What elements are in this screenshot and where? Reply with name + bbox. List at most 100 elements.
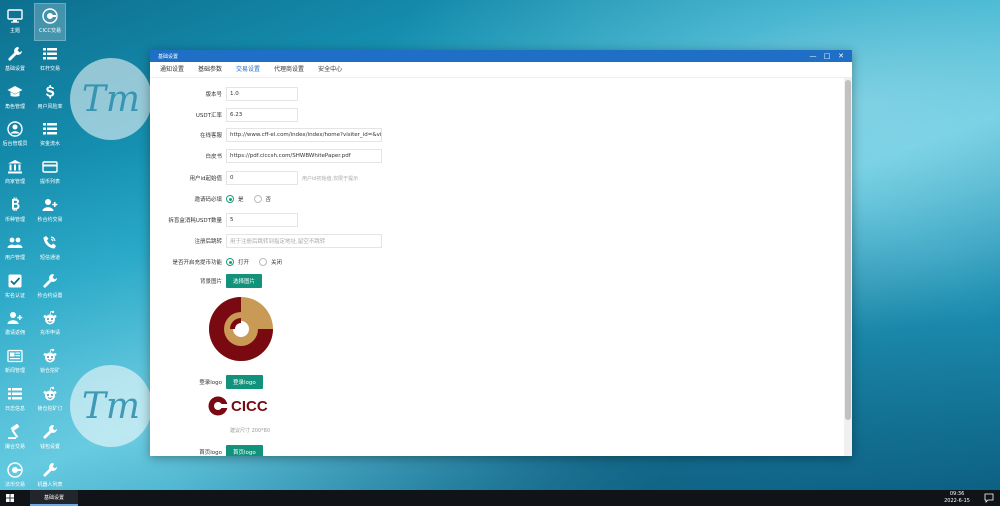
version-field[interactable]: 1.0 — [226, 87, 298, 101]
desktop-icon[interactable]: 币种管理 — [0, 193, 30, 229]
radio-dot — [226, 195, 234, 203]
graduation-cap-icon — [6, 83, 24, 101]
desktop-icon-label: 资金流水 — [39, 141, 60, 148]
radio-dot — [226, 258, 234, 266]
users-icon — [6, 234, 24, 252]
desktop-icon[interactable]: 锁仓挖矿订 — [35, 382, 65, 418]
notification-icon[interactable] — [984, 493, 994, 503]
desktop-icon-label: 杠杆交易 — [39, 65, 60, 72]
blindbox-cost-field[interactable]: 5 — [226, 213, 298, 227]
phone-icon — [41, 234, 59, 252]
check-square-icon — [6, 272, 24, 290]
online-service-field[interactable]: http://www.cff-el.com/index/index/home?v… — [226, 128, 382, 142]
register-redirect-label: 注册后跳转 — [194, 239, 222, 245]
cicc-logo-text: CICC — [231, 397, 268, 415]
desktop-icon[interactable]: 用户管理 — [0, 231, 30, 267]
desktop-icon[interactable]: 实名认证 — [0, 269, 30, 305]
clock-time: 09:36 — [949, 491, 965, 497]
radio-dot — [259, 258, 268, 266]
desktop-icon[interactable]: 后台管理员 — [0, 117, 30, 153]
whitepaper-field[interactable]: https://pdf.ciccsh.com/SHWBWhitePaper.pd… — [226, 149, 382, 163]
desktop-icon[interactable]: 用户风险率 — [35, 80, 65, 116]
blindbox-cost-label: 拆盲盒消耗USDT数量 — [168, 218, 222, 224]
wrench-icon — [6, 45, 24, 63]
desktop-icon[interactable]: 主题 — [0, 4, 30, 40]
bitcoin-icon — [6, 196, 24, 214]
desktop-icon-label: CICC交易 — [39, 28, 61, 34]
desktop-icon-label: 提币列表 — [39, 179, 60, 186]
usdt-rate-field[interactable]: 6.23 — [226, 108, 298, 122]
desktop-icon[interactable]: 撮合交易 — [0, 420, 30, 456]
desktop-icon[interactable]: CICC交易 — [34, 3, 66, 41]
user-plus-icon — [41, 196, 59, 214]
monitor-icon — [6, 7, 24, 25]
desktop-icon-label: 角色管理 — [4, 103, 25, 110]
user-id-start-field[interactable]: 0 — [226, 171, 298, 185]
home-logo-button[interactable]: 首页logo — [226, 445, 263, 456]
invite-yes-radio[interactable]: 是 — [226, 195, 244, 203]
desktop-icon[interactable]: 机器人列表 — [35, 458, 65, 494]
desktop-icon[interactable]: 锁仓挖矿 — [35, 344, 65, 380]
tab-security-center[interactable]: 安全中心 — [318, 62, 342, 78]
reddit-icon — [41, 347, 59, 365]
user-plus-icon — [6, 309, 24, 327]
wrench-icon — [41, 272, 59, 290]
newspaper-icon — [6, 347, 24, 365]
choose-image-button[interactable]: 选择图片 — [226, 274, 263, 288]
start-button[interactable] — [0, 490, 20, 506]
desktop-icon[interactable]: 钱包设置 — [35, 420, 65, 456]
desktop-icon[interactable]: 提币列表 — [35, 155, 65, 191]
desktop-icon[interactable]: 商家管理 — [0, 155, 30, 191]
maximize-button[interactable]: □ — [820, 50, 834, 62]
desktop-icon-label: 充币申请 — [39, 330, 60, 337]
scrollbar-thumb[interactable] — [845, 80, 851, 420]
desktop-icon-label: 用户风险率 — [37, 103, 63, 110]
desktop-icon[interactable]: 基础设置 — [0, 42, 30, 78]
radio-dot — [253, 195, 262, 203]
desktop-icon[interactable]: 法币交易 — [0, 458, 30, 494]
wrench-icon — [41, 423, 59, 441]
settings-form: 版本号 1.0 USDT汇率 6.23 在线客服 http://www.cff-… — [150, 78, 844, 456]
desktop-icon[interactable]: 日志信息 — [0, 382, 30, 418]
minimize-button[interactable]: — — [806, 50, 820, 62]
settings-tabs: 通知设置 基础参数 交易设置 代理商设置 安全中心 — [150, 62, 852, 78]
close-button[interactable]: ✕ — [834, 50, 848, 62]
desktop-icon-label: 新闻管理 — [4, 368, 25, 375]
tab-notification[interactable]: 通知设置 — [160, 62, 184, 78]
window-scrollbar[interactable] — [844, 78, 852, 456]
desktop-icon[interactable]: 秒合约设置 — [35, 269, 65, 305]
whitepaper-label: 白皮书 — [205, 154, 222, 160]
recharge-off-radio[interactable]: 关闭 — [259, 258, 282, 266]
tab-trade-settings[interactable]: 交易设置 — [236, 62, 260, 78]
desktop-icon[interactable]: 秒合约交易 — [35, 193, 65, 229]
desktop-icon[interactable]: 邀请返佣 — [0, 306, 30, 342]
desktop-icon-label: 机器人列表 — [37, 481, 63, 488]
background-preview-image — [209, 297, 273, 361]
desktop-icon-label: 锁仓挖矿订 — [37, 406, 63, 412]
desktop-icon[interactable]: 资金流水 — [35, 117, 65, 153]
desktop-icon[interactable]: 新闻管理 — [0, 344, 30, 380]
desktop-icon-label: 日志信息 — [4, 406, 25, 412]
register-redirect-field[interactable]: 用于注册后跳转到指定地址,留空不跳转 — [226, 234, 382, 248]
taskbar-item-settings[interactable]: 基础设置 — [30, 490, 78, 506]
clock[interactable]: 09:36 2022-6-15 — [944, 491, 970, 505]
desktop-icon[interactable]: 杠杆交易 — [35, 42, 65, 78]
desktop-icon-label: 后台管理员 — [2, 141, 28, 148]
tab-agent-settings[interactable]: 代理商设置 — [274, 62, 304, 78]
tab-basic-params[interactable]: 基础参数 — [198, 62, 222, 78]
recharge-on-radio[interactable]: 打开 — [226, 258, 249, 266]
desktop-icon-label: 法币交易 — [4, 481, 25, 488]
window-title: 基础设置 — [158, 53, 179, 60]
desktop-icon[interactable]: 角色管理 — [0, 80, 30, 116]
list-icon — [6, 385, 24, 403]
login-logo-button[interactable]: 登录logo — [226, 375, 263, 389]
app-logo-icon — [41, 7, 59, 25]
window-titlebar[interactable]: 基础设置 — □ ✕ — [150, 50, 852, 62]
app-logo-icon — [6, 461, 24, 479]
desktop-icon[interactable]: 短信通道 — [35, 231, 65, 267]
online-service-label: 在线客服 — [199, 133, 222, 139]
invite-no-radio[interactable]: 否 — [253, 195, 271, 203]
cicc-logo-icon — [208, 396, 228, 416]
desktop-icon[interactable]: 充币申请 — [35, 306, 65, 342]
recharge-toggle-label: 是否开启充提币功能 — [172, 260, 222, 266]
